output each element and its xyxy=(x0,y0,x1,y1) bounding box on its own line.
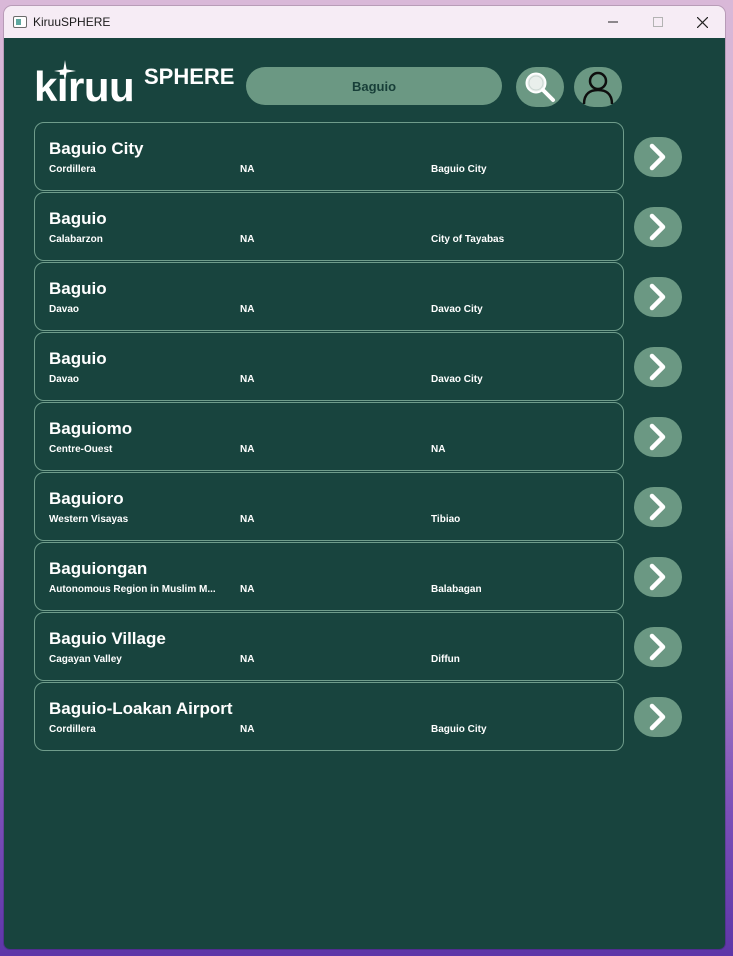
location-region: Cordillera xyxy=(49,164,96,175)
location-province: NA xyxy=(240,584,255,595)
result-row: Baguioro Western Visayas NA Tibiao xyxy=(34,472,694,542)
location-city: NA xyxy=(431,444,446,455)
location-city: Baguio City xyxy=(431,724,487,735)
location-name: Baguio xyxy=(49,349,107,368)
location-city: Davao City xyxy=(431,374,483,385)
chevron-right-icon xyxy=(649,493,666,521)
location-region: Autonomous Region in Muslim M... xyxy=(49,584,216,595)
location-province: NA xyxy=(240,304,255,315)
chevron-right-icon xyxy=(649,563,666,591)
location-city: Baguio City xyxy=(431,164,487,175)
maximize-button[interactable] xyxy=(635,6,680,38)
location-region: Davao xyxy=(49,304,80,315)
user-icon xyxy=(582,71,614,105)
open-location-button[interactable] xyxy=(634,137,682,177)
search-button[interactable] xyxy=(516,67,564,107)
location-city: Diffun xyxy=(431,654,460,665)
location-province: NA xyxy=(240,514,255,525)
result-row: Baguiongan Autonomous Region in Muslim M… xyxy=(34,542,694,612)
profile-button[interactable] xyxy=(574,67,622,107)
open-location-button[interactable] xyxy=(634,487,682,527)
chevron-right-icon xyxy=(649,633,666,661)
minimize-icon xyxy=(607,21,618,23)
result-card[interactable]: Baguio Davao NA Davao City xyxy=(34,332,624,401)
app-window: KiruuSPHERE kiruu SPHERE Baguio Baguio C… xyxy=(4,6,725,949)
open-location-button[interactable] xyxy=(634,417,682,457)
window-controls xyxy=(590,6,725,38)
open-location-button[interactable] xyxy=(634,347,682,387)
location-region: Centre-Ouest xyxy=(49,444,113,455)
location-province: NA xyxy=(240,444,255,455)
open-location-button[interactable] xyxy=(634,627,682,667)
result-row: Baguio-Loakan Airport Cordillera NA Bagu… xyxy=(34,682,694,752)
location-province: NA xyxy=(240,654,255,665)
location-province: NA xyxy=(240,724,255,735)
location-name: Baguioro xyxy=(49,489,124,508)
location-name: Baguio City xyxy=(49,139,144,158)
location-region: Davao xyxy=(49,374,80,385)
result-row: Baguio City Cordillera NA Baguio City xyxy=(34,122,694,192)
chevron-right-icon xyxy=(649,283,666,311)
location-region: Calabarzon xyxy=(49,234,103,245)
chevron-right-icon xyxy=(649,703,666,731)
location-region: Cagayan Valley xyxy=(49,654,122,665)
location-name: Baguio xyxy=(49,209,107,228)
location-city: Tibiao xyxy=(431,514,461,525)
results-list: Baguio City Cordillera NA Baguio City Ba… xyxy=(34,122,694,752)
search-input[interactable] xyxy=(246,67,502,105)
app-icon xyxy=(13,16,27,28)
logo-main-text: kiruu xyxy=(34,63,135,110)
main-content: kiruu SPHERE Baguio City xyxy=(4,38,725,949)
location-name: Baguiongan xyxy=(49,559,148,578)
location-region: Cordillera xyxy=(49,724,96,735)
location-name: Baguio xyxy=(49,279,107,298)
sparkle-icon xyxy=(54,60,76,82)
app-logo: kiruu SPHERE xyxy=(34,60,234,110)
location-name: Baguio Village xyxy=(49,629,166,648)
result-card[interactable]: Baguio Davao NA Davao City xyxy=(34,262,624,331)
open-location-button[interactable] xyxy=(634,207,682,247)
location-region: Western Visayas xyxy=(49,514,129,525)
location-name: Baguiomo xyxy=(49,419,133,438)
open-location-button[interactable] xyxy=(634,277,682,317)
result-row: Baguio Davao NA Davao City xyxy=(34,262,694,332)
logo-sup-text: SPHERE xyxy=(144,64,235,89)
result-row: Baguio Village Cagayan Valley NA Diffun xyxy=(34,612,694,682)
location-city: City of Tayabas xyxy=(431,234,505,245)
location-province: NA xyxy=(240,374,255,385)
result-card[interactable]: Baguio Village Cagayan Valley NA Diffun xyxy=(34,612,624,681)
result-card[interactable]: Baguio Calabarzon NA City of Tayabas xyxy=(34,192,624,261)
location-province: NA xyxy=(240,164,255,175)
chevron-right-icon xyxy=(649,353,666,381)
title-bar[interactable]: KiruuSPHERE xyxy=(4,6,725,38)
chevron-right-icon xyxy=(649,213,666,241)
result-row: Baguio Calabarzon NA City of Tayabas xyxy=(34,192,694,262)
close-icon xyxy=(697,16,708,28)
result-row: Baguiomo Centre-Ouest NA NA xyxy=(34,402,694,472)
open-location-button[interactable] xyxy=(634,697,682,737)
result-card[interactable]: Baguiongan Autonomous Region in Muslim M… xyxy=(34,542,624,611)
chevron-right-icon xyxy=(649,143,666,171)
result-card[interactable]: Baguio City Cordillera NA Baguio City xyxy=(34,122,624,191)
location-city: Balabagan xyxy=(431,584,482,595)
result-row: Baguio Davao NA Davao City xyxy=(34,332,694,402)
maximize-icon xyxy=(652,17,663,27)
close-button[interactable] xyxy=(680,6,725,38)
result-card[interactable]: Baguio-Loakan Airport Cordillera NA Bagu… xyxy=(34,682,624,751)
location-city: Davao City xyxy=(431,304,483,315)
result-card[interactable]: Baguiomo Centre-Ouest NA NA xyxy=(34,402,624,471)
open-location-button[interactable] xyxy=(634,557,682,597)
window-title: KiruuSPHERE xyxy=(33,15,111,29)
minimize-button[interactable] xyxy=(590,6,635,38)
location-province: NA xyxy=(240,234,255,245)
magnifier-icon xyxy=(525,72,555,102)
chevron-right-icon xyxy=(649,423,666,451)
result-card[interactable]: Baguioro Western Visayas NA Tibiao xyxy=(34,472,624,541)
location-name: Baguio-Loakan Airport xyxy=(49,699,233,718)
